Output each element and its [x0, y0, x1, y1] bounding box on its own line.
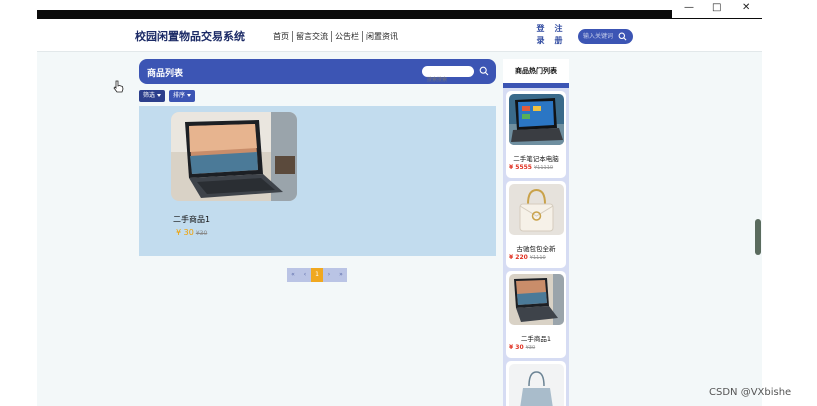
next-page-button[interactable]: › — [323, 268, 335, 282]
page-1-button[interactable]: 1 — [311, 268, 323, 282]
hot-item-price: ¥ 30 ¥30 — [509, 344, 535, 351]
product-name[interactable]: 二手商品1 — [173, 214, 210, 225]
header-search-input[interactable] — [583, 31, 617, 42]
sort-dropdown[interactable]: 排序 — [169, 90, 196, 102]
hot-item-name[interactable]: 古驰包包全新 — [506, 243, 566, 253]
product-list-header: 商品列表 — [139, 59, 496, 86]
hot-item-price: ¥ 220 ¥1110 — [509, 254, 546, 261]
product-list-title: 商品列表 — [147, 69, 184, 79]
hot-item-name[interactable]: 二手商品1 — [506, 333, 566, 343]
hot-products-sidebar: 商品热门列表 二手笔记本电脑 ¥ 5555 ¥11110 古驰包包全新 ¥ 22… — [503, 59, 569, 406]
register-char-2: 册 — [554, 36, 563, 45]
product-search — [422, 66, 474, 86]
hand-cursor-icon — [113, 80, 124, 93]
filter-bar: 筛选 排序 — [139, 90, 196, 102]
hot-item-original-price: ¥11110 — [533, 165, 554, 171]
hot-item-image[interactable] — [509, 364, 564, 406]
hot-item-current-price: ¥ 220 — [509, 254, 528, 261]
window-title-bar — [37, 10, 762, 19]
filter-label: 筛选 — [143, 92, 156, 99]
last-page-button[interactable]: » — [335, 268, 347, 282]
hot-item[interactable] — [506, 361, 566, 406]
nav-message-board[interactable]: 留言交流 — [293, 31, 332, 42]
hot-item-image[interactable] — [509, 184, 564, 235]
minimize-icon[interactable]: — — [684, 2, 694, 13]
hot-products-list: 二手笔记本电脑 ¥ 5555 ¥11110 古驰包包全新 ¥ 220 ¥1110… — [503, 83, 569, 406]
maximize-icon[interactable]: □ — [712, 2, 721, 13]
hot-item[interactable]: 古驰包包全新 ¥ 220 ¥1110 — [506, 181, 566, 268]
site-title: 校园闲置物品交易系统 — [135, 30, 245, 43]
hot-item[interactable]: 二手笔记本电脑 ¥ 5555 ¥11110 — [506, 91, 566, 178]
filter-dropdown[interactable]: 筛选 — [139, 90, 166, 102]
register-link[interactable]: 注 册 — [554, 23, 563, 47]
laptop-photo-icon — [171, 112, 297, 201]
hot-products-title: 商品热门列表 — [515, 67, 557, 75]
pagination: « ‹ 1 › » — [287, 268, 347, 282]
close-icon[interactable]: ✕ — [742, 2, 750, 13]
page: — □ ✕ 校园闲置物品交易系统 首页 留言交流 公告栏 闲置资讯 登 录 注 … — [0, 0, 817, 406]
nav-idle-news[interactable]: 闲置资讯 — [363, 31, 401, 42]
product-price: ¥ 30 ¥30 — [176, 228, 207, 237]
handbag-photo-icon — [509, 364, 564, 406]
hot-item-original-price: ¥1110 — [529, 255, 546, 261]
app-viewport: 校园闲置物品交易系统 首页 留言交流 公告栏 闲置资讯 登 录 注 册 输入关键… — [37, 19, 762, 406]
product-grid: 二手商品1 ¥ 30 ¥30 — [139, 106, 496, 256]
hot-item-current-price: ¥ 5555 — [509, 164, 532, 171]
handbag-photo-icon — [509, 184, 564, 235]
login-char-1: 登 — [536, 24, 545, 33]
scrollbar-handle[interactable] — [755, 219, 761, 255]
hot-item-image[interactable] — [509, 274, 564, 325]
sort-label: 排序 — [173, 92, 186, 99]
site-header: 校园闲置物品交易系统 首页 留言交流 公告栏 闲置资讯 登 录 注 册 — [37, 19, 762, 52]
hot-item-image[interactable] — [509, 94, 564, 145]
current-price: ¥ 30 — [176, 228, 194, 237]
login-char-2: 录 — [536, 36, 545, 45]
register-char-1: 注 — [554, 24, 563, 33]
header-search — [578, 29, 633, 44]
nav-announcements[interactable]: 公告栏 — [332, 31, 363, 42]
window-controls: — □ ✕ — [672, 0, 762, 18]
search-icon[interactable] — [618, 32, 627, 41]
hot-item-price: ¥ 5555 ¥11110 — [509, 164, 553, 171]
original-price: ¥30 — [195, 230, 208, 237]
laptop-photo-icon — [509, 274, 564, 325]
hot-item-name[interactable]: 二手笔记本电脑 — [506, 153, 566, 163]
watermark: CSDN @VXbishe — [709, 387, 792, 398]
hot-item[interactable]: 二手商品1 ¥ 30 ¥30 — [506, 271, 566, 358]
product-image[interactable] — [171, 112, 297, 201]
product-search-input[interactable] — [422, 74, 470, 86]
first-page-button[interactable]: « — [287, 268, 299, 282]
nav-home[interactable]: 首页 — [273, 31, 293, 42]
prev-page-button[interactable]: ‹ — [299, 268, 311, 282]
login-link[interactable]: 登 录 — [536, 23, 545, 47]
chevron-down-icon — [187, 94, 192, 97]
search-icon[interactable] — [479, 66, 489, 76]
main-nav: 首页 留言交流 公告栏 闲置资讯 — [273, 31, 401, 42]
chevron-down-icon — [157, 94, 162, 97]
laptop-photo-icon — [509, 94, 564, 145]
hot-item-original-price: ¥30 — [525, 345, 536, 351]
hot-item-current-price: ¥ 30 — [509, 344, 524, 351]
